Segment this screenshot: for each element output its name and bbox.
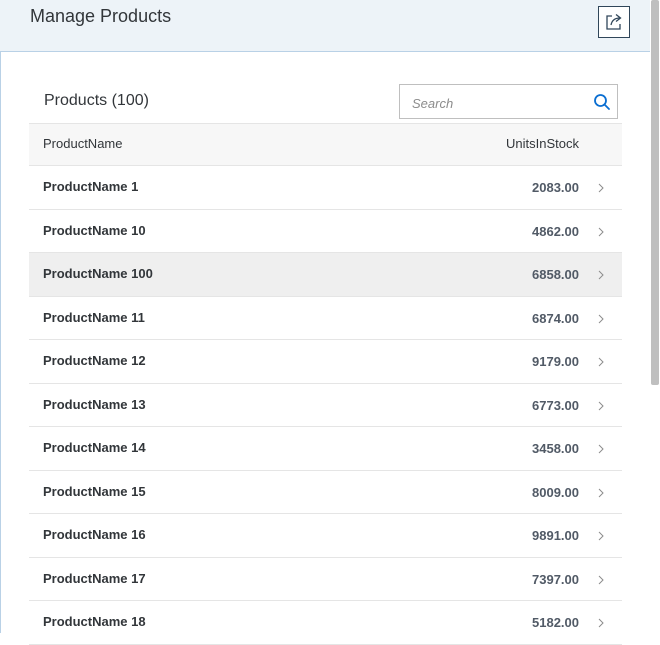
chevron-right-icon	[598, 575, 604, 584]
product-name: ProductName 15	[43, 483, 146, 499]
table-row[interactable]: ProductName 11 6874.00	[29, 296, 622, 340]
table-row[interactable]: ProductName 15 8009.00	[29, 470, 622, 514]
table-row[interactable]: ProductName 14 3458.00	[29, 427, 622, 471]
units-in-stock: 7397.00	[532, 571, 579, 587]
table-row[interactable]: ProductName 10 4862.00	[29, 209, 622, 253]
product-name: ProductName 1	[43, 179, 139, 194]
units-in-stock: 9891.00	[532, 528, 579, 543]
table-row[interactable]: ProductName 13 6773.00	[29, 383, 622, 427]
table-row[interactable]: ProductName 16 9891.00	[29, 514, 622, 558]
product-name: ProductName 16	[43, 527, 146, 542]
units-in-stock: 3458.00	[532, 441, 579, 456]
product-name: ProductName 17	[43, 570, 146, 586]
product-name: ProductName 10	[43, 222, 146, 238]
chevron-right-icon	[598, 444, 604, 454]
table-row[interactable]: ProductName 18 5182.00	[29, 601, 622, 645]
table-body: ProductName 1 2083.00 ProductName 10 4862.0…	[29, 166, 622, 645]
scrollbar-thumb[interactable]	[651, 0, 659, 385]
chevron-right-icon	[598, 531, 604, 541]
units-in-stock: 2083.00	[532, 180, 579, 195]
chevron-right-icon	[598, 618, 604, 628]
units-in-stock: 8009.00	[532, 484, 579, 500]
chevron-right-icon	[598, 270, 604, 280]
page-title: Manage Products	[30, 6, 172, 26]
chevron-right-icon	[598, 488, 604, 497]
products-count-title: Products (100)	[44, 92, 149, 109]
units-in-stock: 9179.00	[532, 354, 579, 369]
table-row[interactable]: ProductName 100 6858.00	[29, 253, 622, 297]
chevron-right-icon	[598, 401, 604, 410]
search-field[interactable]	[399, 84, 618, 119]
chevron-right-icon	[598, 227, 604, 236]
units-in-stock: 6773.00	[532, 397, 579, 413]
column-header-unitsinstock[interactable]: UnitsInStock	[506, 136, 579, 151]
page-header: Manage Products	[0, 0, 650, 52]
product-name: ProductName 18	[43, 614, 146, 629]
table-header: ProductName UnitsInStock	[29, 123, 622, 166]
table-row[interactable]: ProductName 17 7397.00	[29, 557, 622, 601]
product-name: ProductName 100	[43, 266, 153, 281]
share-icon	[606, 13, 622, 30]
column-header-productname[interactable]: ProductName	[43, 136, 122, 151]
units-in-stock: 6858.00	[532, 267, 579, 282]
table-row[interactable]: ProductName 12 9179.00	[29, 340, 622, 384]
share-button[interactable]	[598, 6, 630, 38]
product-name: ProductName 13	[43, 396, 146, 412]
units-in-stock: 5182.00	[532, 615, 579, 630]
table-row[interactable]: ProductName 1 2083.00	[29, 166, 622, 210]
chevron-right-icon	[598, 314, 604, 323]
left-border	[0, 51, 1, 633]
product-name: ProductName 14	[43, 440, 146, 455]
units-in-stock: 6874.00	[532, 310, 579, 326]
chevron-right-icon	[598, 183, 604, 193]
product-name: ProductName 12	[43, 353, 146, 368]
search-input[interactable]	[410, 93, 584, 113]
search-icon[interactable]	[593, 93, 611, 111]
product-name: ProductName 11	[43, 309, 145, 325]
units-in-stock: 4862.00	[532, 223, 579, 239]
chevron-right-icon	[598, 357, 604, 367]
